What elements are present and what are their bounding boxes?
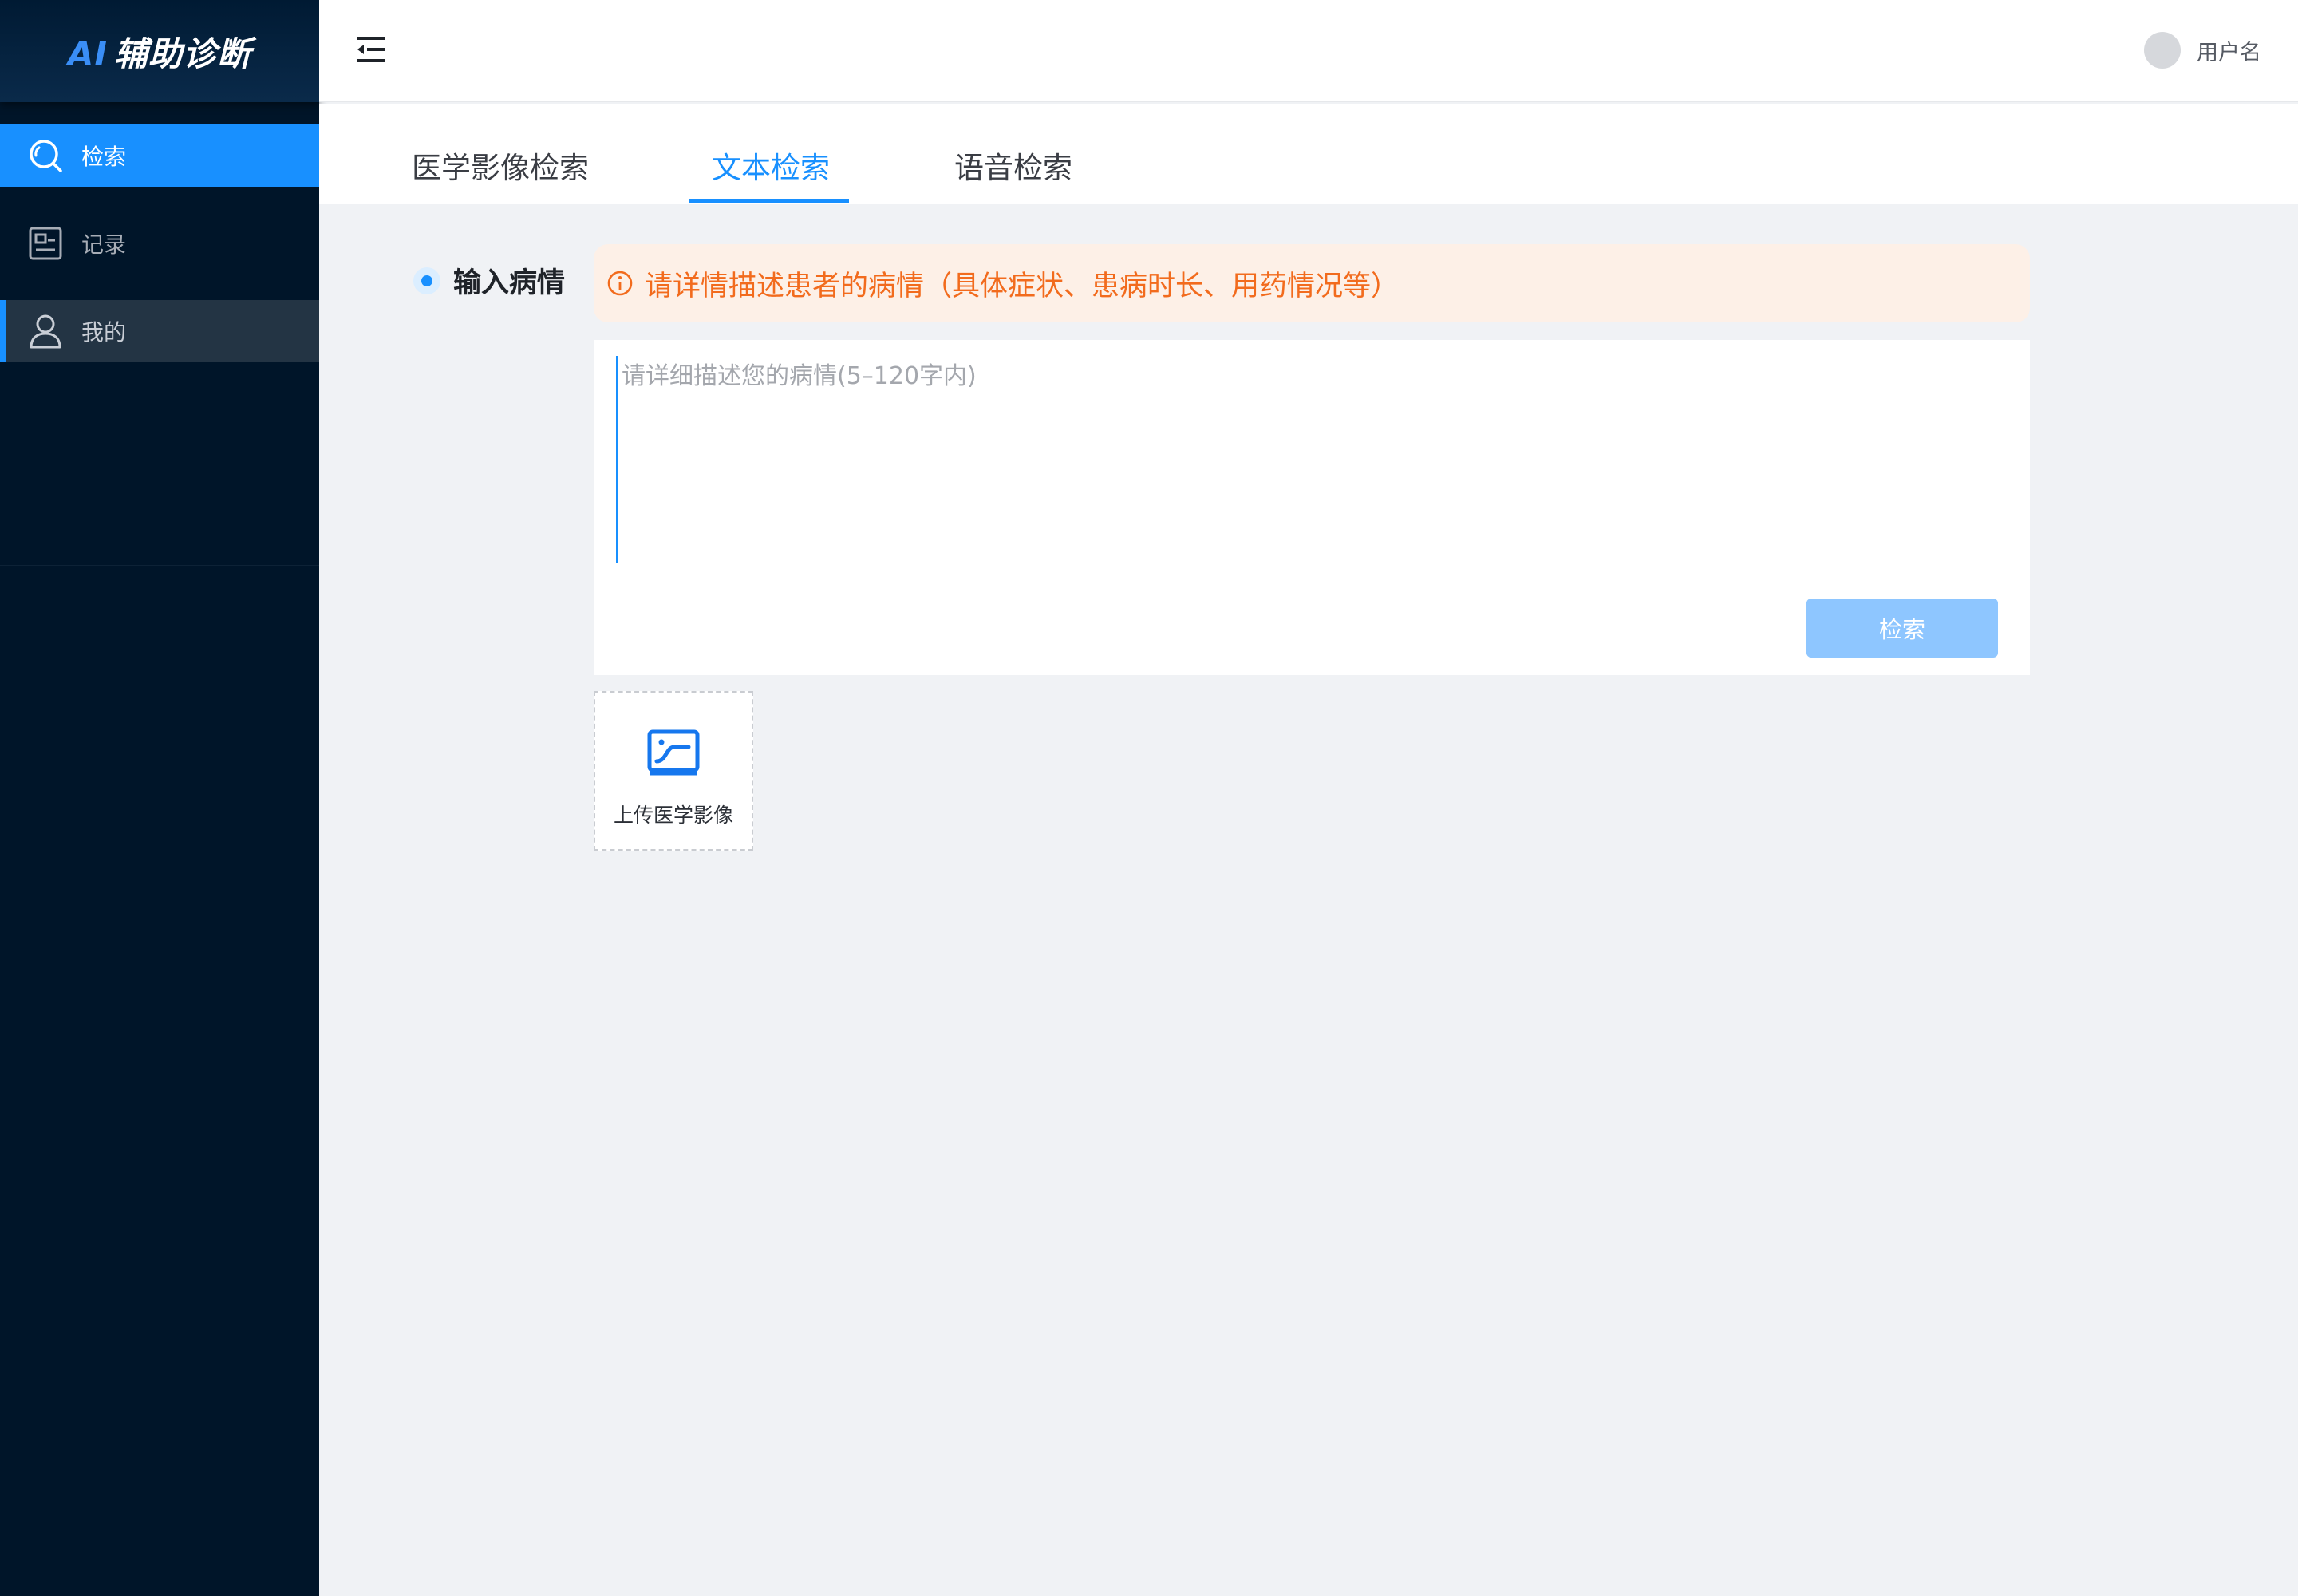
sidebar-item-label: 我的 bbox=[81, 319, 127, 346]
top-header: 用户名 bbox=[319, 0, 2298, 102]
tab-medical-image-search[interactable]: 医学影像检索 bbox=[412, 144, 589, 187]
upload-label: 上传医学影像 bbox=[613, 804, 733, 827]
tab-text-search[interactable]: 文本检索 bbox=[712, 144, 830, 187]
sidebar-item-label: 记录 bbox=[81, 231, 127, 258]
sidebar-item-label: 检索 bbox=[81, 144, 127, 170]
sidebar-item-search[interactable]: 检索 bbox=[0, 124, 319, 187]
user-menu[interactable]: 用户名 bbox=[2144, 32, 2261, 69]
search-tabs: 医学影像检索 文本检索 语音检索 bbox=[319, 104, 2298, 204]
section-title: 输入病情 bbox=[453, 267, 566, 299]
sidebar-menu: 检索 记录 我的 bbox=[0, 124, 319, 362]
sidebar-item-mine[interactable]: 我的 bbox=[0, 300, 319, 362]
tip-banner: 请详情描述患者的病情（具体症状、患病时长、用药情况等） bbox=[594, 244, 2030, 322]
sidebar-divider bbox=[0, 565, 319, 566]
search-button[interactable]: 检索 bbox=[1806, 598, 1998, 658]
tip-text: 请详情描述患者的病情（具体症状、患病时长、用药情况等） bbox=[645, 270, 1400, 302]
section-label: 输入病情 bbox=[413, 260, 565, 301]
sidebar-item-record[interactable]: 记录 bbox=[0, 212, 319, 275]
logo-ai-text: AI bbox=[67, 34, 109, 73]
app-logo: AI 辅助诊断 bbox=[0, 0, 319, 102]
logo-title-text: 辅助诊断 bbox=[114, 34, 252, 73]
condition-textarea[interactable] bbox=[616, 356, 2004, 563]
condition-input-box: 检索 bbox=[594, 340, 2030, 675]
record-icon bbox=[27, 225, 64, 262]
menu-collapse-icon[interactable] bbox=[356, 35, 386, 64]
info-icon bbox=[606, 270, 634, 297]
tab-voice-search[interactable]: 语音检索 bbox=[954, 144, 1072, 187]
avatar[interactable] bbox=[2144, 32, 2181, 69]
bullet-dot-icon bbox=[413, 267, 440, 294]
upload-medical-image-button[interactable]: 上传医学影像 bbox=[594, 691, 753, 851]
active-tab-indicator bbox=[689, 200, 849, 203]
search-icon bbox=[27, 137, 64, 174]
username[interactable]: 用户名 bbox=[2197, 35, 2261, 66]
sidebar: AI 辅助诊断 检索 记录 我的 bbox=[0, 0, 319, 1596]
image-upload-icon bbox=[647, 729, 700, 776]
user-icon bbox=[27, 313, 64, 350]
